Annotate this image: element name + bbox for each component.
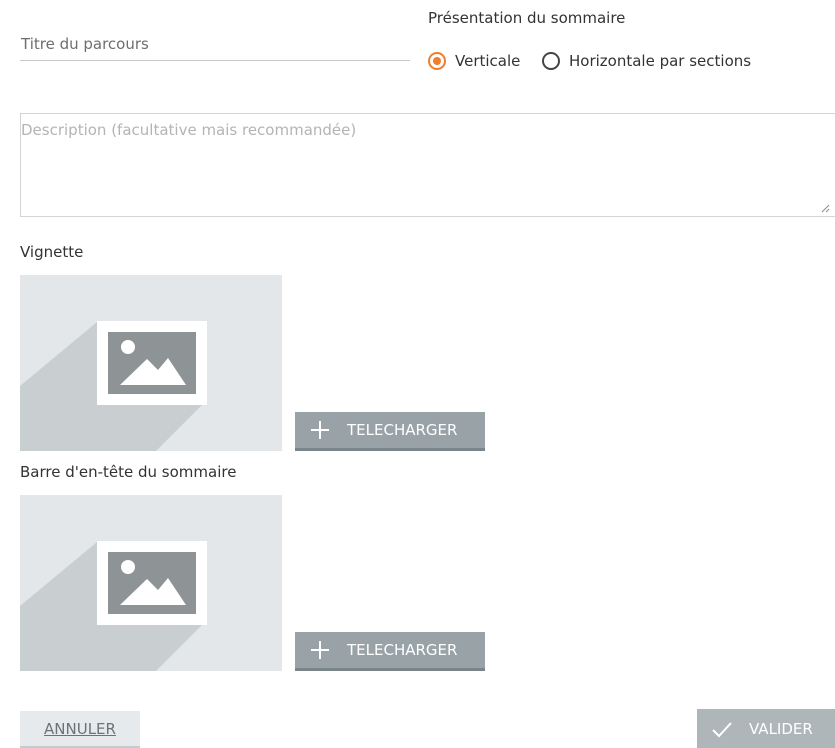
plus-icon [309,639,331,661]
image-placeholder-icon [20,321,207,451]
radio-vertical[interactable]: Verticale [428,50,520,72]
course-form: Titre du parcours Présentation du sommai… [0,0,835,748]
radio-horizontal[interactable]: Horizontale par sections [542,50,751,72]
check-icon [712,721,732,737]
radio-button-unchecked[interactable] [542,52,560,70]
resize-grip-icon[interactable] [820,203,830,213]
cancel-label: ANNULER [44,719,116,738]
validate-button[interactable]: VALIDER [697,709,835,748]
header-bar-label: Barre d'en-tête du sommaire [20,463,237,481]
course-title-placeholder: Titre du parcours [21,35,149,53]
upload-header-bar-label: TELECHARGER [347,641,458,659]
upload-thumbnail-label: TELECHARGER [347,421,458,439]
header-bar-preview [20,495,282,671]
radio-vertical-label: Verticale [455,52,521,70]
cancel-button[interactable]: ANNULER [20,711,140,748]
thumbnail-preview [20,275,282,451]
validate-label: VALIDER [749,719,813,738]
plus-icon [309,419,331,441]
course-title-input[interactable]: Titre du parcours [20,26,410,61]
radio-horizontal-label: Horizontale par sections [569,52,752,70]
upload-header-bar-button[interactable]: TELECHARGER [295,632,485,671]
image-placeholder-icon [20,541,207,671]
radio-button-checked[interactable] [428,52,446,70]
thumbnail-label: Vignette [20,243,84,261]
description-textarea[interactable]: Description (facultative mais recommandé… [20,113,835,217]
description-placeholder: Description (facultative mais recommandé… [21,121,357,139]
upload-thumbnail-button[interactable]: TELECHARGER [295,412,485,451]
presentation-label: Présentation du sommaire [428,9,626,27]
